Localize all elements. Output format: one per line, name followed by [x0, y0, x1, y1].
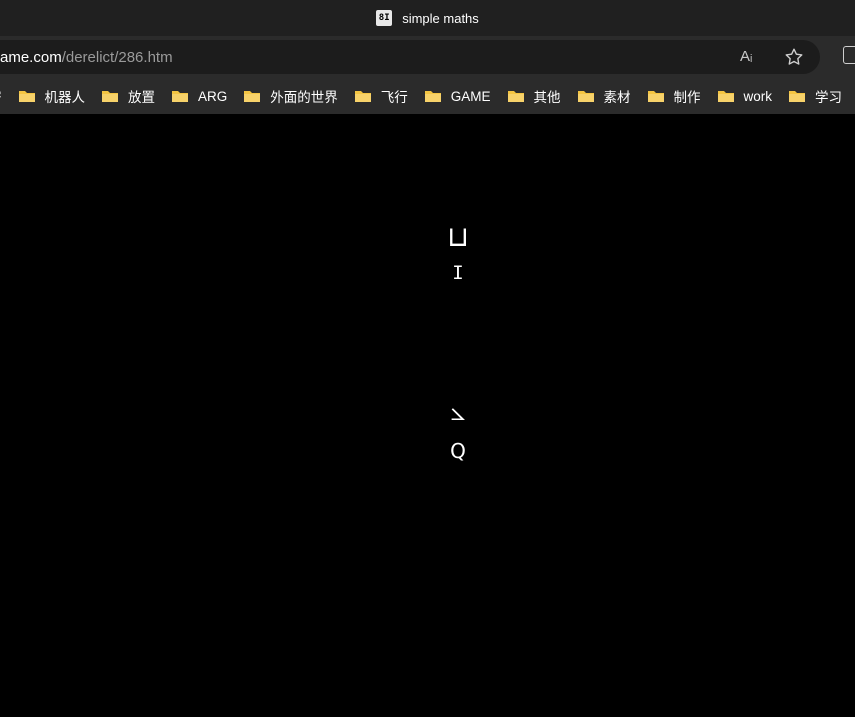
favorite-star-icon[interactable]: [783, 46, 805, 68]
folder-icon: [507, 91, 524, 102]
bookmark-folder[interactable]: 机器人: [18, 86, 86, 106]
browser-toolbar: ame.com/derelict/286.htm Aᵢ: [0, 36, 855, 78]
address-bar[interactable]: ame.com/derelict/286.htm Aᵢ: [0, 40, 820, 74]
bookmark-label: ARG: [198, 88, 228, 104]
bookmark-label: 其他: [533, 90, 561, 105]
bookmark-folder[interactable]: 外面的世界: [243, 86, 338, 106]
bookmark-folder[interactable]: 放置: [101, 86, 155, 106]
tab-title[interactable]: simple maths: [402, 11, 479, 26]
url-host: ame.com: [0, 48, 62, 66]
bookmark-folder[interactable]: 其他: [507, 86, 561, 106]
bookmark-folder[interactable]: 制作: [647, 86, 701, 106]
bookmark-label: 素材: [603, 90, 631, 105]
bookmark-folder[interactable]: 学习: [788, 86, 842, 106]
bookmarks-bar: 密 机器人 放置 ARG 外面的世界 飞行 GAME 其他: [0, 78, 855, 114]
folder-icon: [244, 91, 261, 102]
bookmark-label: 飞行: [380, 90, 408, 105]
bookmark-label: GAME: [450, 88, 491, 104]
folder-icon: [354, 91, 371, 102]
bookmark-label: 制作: [673, 90, 701, 105]
puzzle-symbol-i: I: [452, 262, 464, 284]
puzzle-symbol-q: Q: [450, 439, 466, 463]
bookmark-folder[interactable]: ARG: [171, 88, 227, 104]
bookmark-label: 密: [0, 86, 2, 106]
profile-icon[interactable]: [843, 46, 855, 64]
title-bar: 8I simple maths: [0, 0, 855, 36]
folder-icon: [717, 91, 734, 102]
folder-icon: [172, 91, 188, 102]
bookmark-folder[interactable]: 飞行: [354, 86, 408, 106]
bookmark-item[interactable]: 密: [0, 86, 2, 106]
folder-icon: [18, 91, 35, 102]
folder-icon: [577, 91, 594, 102]
tab-favicon-icon: 8I: [376, 10, 393, 26]
folder-icon: [647, 91, 664, 102]
bookmark-label: 学习: [815, 90, 843, 105]
bookmark-folder[interactable]: GAME: [424, 88, 491, 104]
bookmarks-row: 密 机器人 放置 ARG 外面的世界 飞行 GAME 其他: [0, 78, 855, 114]
folder-icon: [102, 91, 118, 102]
page-content: ⊔ I ⦣ Q: [0, 114, 855, 717]
url-text[interactable]: ame.com/derelict/286.htm: [0, 49, 173, 66]
bookmark-folder[interactable]: work: [717, 88, 773, 104]
url-path: /derelict/286.htm: [61, 48, 173, 66]
puzzle-symbol-angle: ⦣: [450, 397, 466, 427]
read-aloud-icon[interactable]: Aᵢ: [740, 48, 760, 66]
folder-icon: [424, 91, 441, 102]
bookmark-folder[interactable]: 素材: [577, 86, 631, 106]
bookmark-label: 外面的世界: [270, 90, 338, 105]
bookmark-label: work: [743, 88, 773, 104]
folder-icon: [789, 91, 806, 102]
bookmark-label: 机器人: [44, 90, 86, 105]
bookmark-label: 放置: [128, 90, 155, 105]
puzzle-symbol-cup: ⊔: [447, 220, 469, 253]
